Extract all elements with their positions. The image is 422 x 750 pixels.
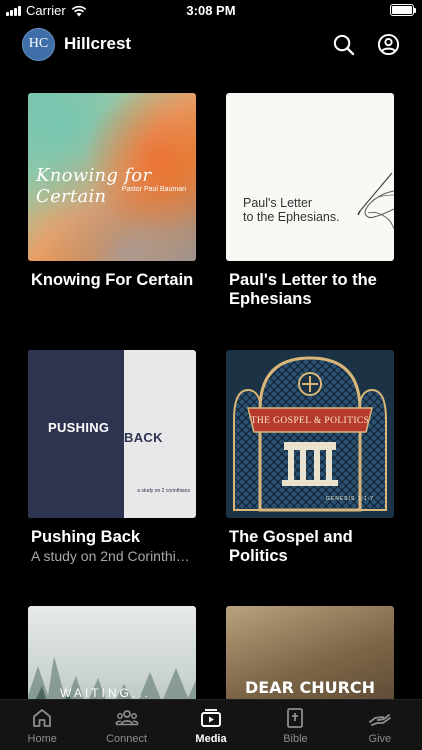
media-artwork[interactable]: Knowing for Certain Pastor Paul Bauman: [28, 93, 196, 261]
media-card-gospel-politics[interactable]: THE GOSPEL & POLITICS GENESIS 1:1-7 The …: [226, 350, 394, 566]
tab-label: Media: [195, 733, 227, 745]
artwork-title: THE GOSPEL & POLITICS: [250, 416, 370, 426]
artwork-subtitle: a study on 2 corinthians: [137, 488, 190, 494]
app-header: HC Hillcrest: [22, 27, 400, 61]
artwork-word: PUSHING: [48, 420, 110, 435]
artwork-line: to the Ephesians.: [243, 210, 340, 224]
artwork-line: Paul's Letter: [243, 196, 313, 210]
tab-connect[interactable]: Connect: [84, 700, 168, 750]
status-time: 3:08 PM: [186, 3, 236, 18]
writing-hand-icon: [357, 172, 394, 230]
app-title: Hillcrest: [64, 34, 132, 53]
media-title[interactable]: The Gospel and Politics: [229, 528, 394, 566]
battery-icon: [390, 4, 416, 16]
media-artwork[interactable]: PUSHING BACK a study on 2 corinthians: [28, 350, 196, 518]
artwork-title: Paul's Letter to the Ephesians.: [243, 196, 340, 224]
tab-media[interactable]: Media: [169, 700, 253, 750]
give-icon: [368, 714, 391, 726]
artwork-reference: GENESIS 1:1-7: [325, 496, 374, 502]
media-card-ephesians[interactable]: Paul's Letter to the Ephesians. Paul's L…: [226, 93, 394, 309]
home-icon: [33, 709, 52, 727]
tab-home[interactable]: Home: [0, 700, 84, 750]
header-actions: [332, 33, 400, 56]
tab-bible[interactable]: Bible: [253, 700, 337, 750]
media-subtitle: A study on 2nd Corinthians: [31, 548, 191, 564]
artwork-title: WAITING...: [60, 686, 151, 700]
artwork-title: DEAR CHURCH: [244, 678, 376, 697]
tab-label: Bible: [283, 733, 308, 745]
church-logo[interactable]: HC: [22, 27, 55, 61]
media-title[interactable]: Pushing Back: [31, 528, 196, 547]
artwork-word: BACK: [124, 430, 163, 445]
tab-give[interactable]: Give: [338, 700, 422, 750]
tab-bar: Home Connect Media Bible Give: [0, 699, 422, 750]
media-card-pushing-back[interactable]: PUSHING BACK a study on 2 corinthians Pu…: [28, 350, 196, 564]
media-card-knowing-for-certain[interactable]: Knowing for Certain Pastor Paul Bauman K…: [28, 93, 196, 290]
stained-glass-art: [233, 356, 387, 512]
search-icon[interactable]: [332, 33, 355, 56]
tab-label: Connect: [106, 733, 148, 745]
media-artwork[interactable]: Paul's Letter to the Ephesians.: [226, 93, 394, 261]
media-title[interactable]: Paul's Letter to the Ephesians: [229, 271, 394, 309]
media-title[interactable]: Knowing For Certain: [31, 271, 196, 290]
bible-icon: [287, 708, 304, 728]
account-icon[interactable]: [377, 33, 400, 56]
artwork-subtitle: Pastor Paul Bauman: [121, 186, 186, 193]
people-icon: [114, 710, 139, 726]
media-artwork[interactable]: THE GOSPEL & POLITICS GENESIS 1:1-7: [226, 350, 394, 518]
tab-label: Give: [368, 733, 392, 745]
tab-label: Home: [27, 733, 57, 745]
play-icon: [201, 709, 221, 727]
status-bar: Carrier 3:08 PM: [0, 0, 422, 22]
